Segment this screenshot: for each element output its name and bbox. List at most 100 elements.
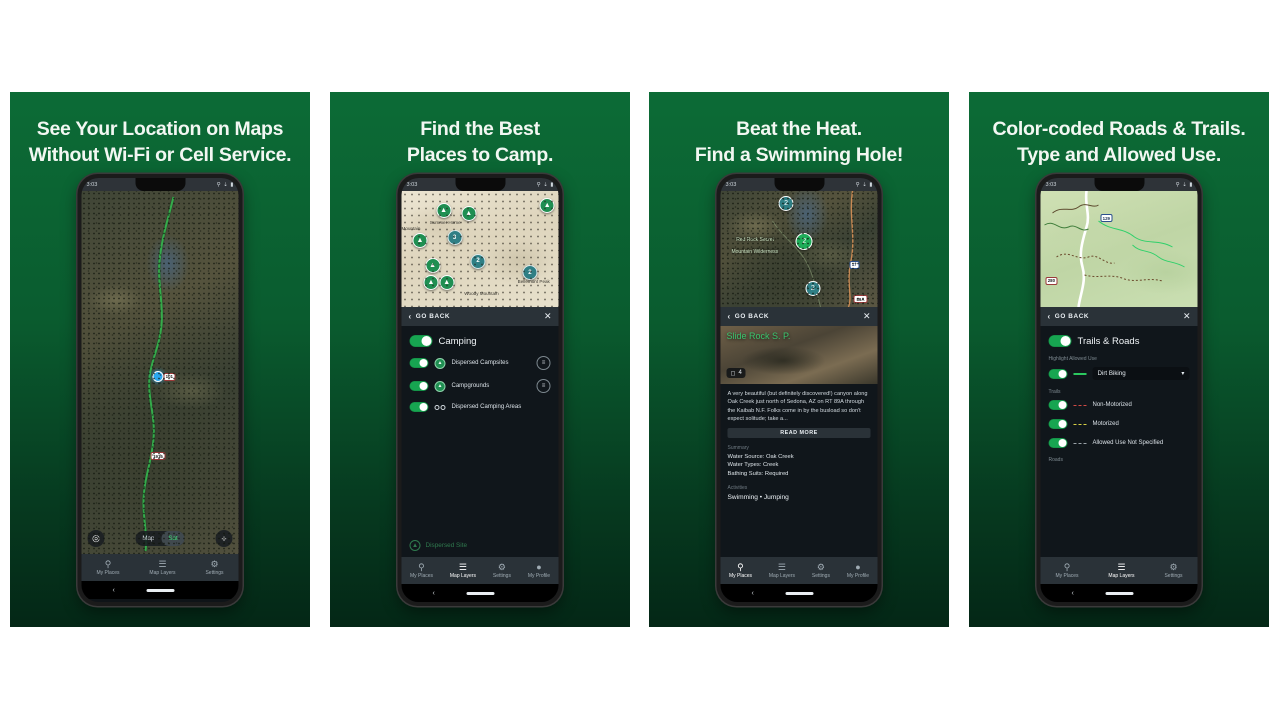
map-pin-icon: ⚲ — [104, 559, 112, 569]
nav-item-my-profile[interactable]: ● My Profile — [528, 563, 550, 580]
trails-panel-body: Trails & Roads Highlight Allowed Use Dir… — [1041, 326, 1198, 557]
basemap-map-option[interactable]: Map — [135, 531, 161, 546]
camp-pin[interactable]: ▲ — [425, 258, 441, 274]
camp-pin[interactable]: ▲ — [436, 202, 452, 218]
go-back-label: GO BACK — [1054, 313, 1090, 320]
layer-row-campgrounds[interactable]: ▲ Campgrounds ≡ — [409, 379, 551, 393]
nav-item-settings[interactable]: ⚙ Settings — [493, 563, 511, 580]
nav-item-my-profile[interactable]: ● My Profile — [847, 563, 869, 580]
nav-item-my-places[interactable]: ⚲ My Places — [96, 559, 120, 577]
phone-mockup-4: 3:03 ⚲ ⇣ ▮ 129 280 ‹ GO BACK ✕ Trails & … — [1036, 174, 1202, 606]
summary-label: Summary — [727, 444, 749, 451]
filter-icon[interactable]: ≡ — [536, 356, 551, 370]
layer-toggle[interactable] — [409, 381, 429, 391]
map-canvas-1[interactable]: 101 1916 ◎ Map Sat + — [81, 191, 239, 554]
camp-pin[interactable]: ▲ — [423, 274, 439, 290]
trail-toggle[interactable] — [1048, 400, 1068, 410]
back-chevron-icon[interactable]: ‹ — [113, 587, 115, 594]
camping-master-toggle[interactable] — [409, 335, 433, 347]
home-indicator[interactable] — [146, 588, 174, 592]
map-canvas-4[interactable]: 129 280 — [1040, 191, 1198, 307]
highlight-allowed-use-row[interactable]: Dirt Biking ▾ — [1048, 367, 1190, 380]
trail-lines — [1044, 191, 1185, 307]
map-canvas-3[interactable]: Red Rock Secret Mountain Wilderness 2 2 … — [720, 191, 878, 307]
map-canvas-2[interactable]: Luck Summer Home Mountain Woody Mountain… — [401, 191, 559, 307]
layers-icon: ☰ — [1117, 562, 1126, 572]
trail-toggle[interactable] — [1048, 419, 1068, 429]
read-more-button[interactable]: READ MORE — [727, 427, 871, 438]
feature-card-1: See Your Location on Maps Without Wi-Fi … — [10, 92, 310, 627]
photo-count-badge[interactable]: ◻ 4 — [726, 368, 746, 378]
cluster-pin[interactable]: 2 — [522, 265, 538, 281]
layer-label: Campgrounds — [451, 383, 490, 389]
filter-icon[interactable]: ≡ — [536, 379, 551, 393]
add-button[interactable]: + — [215, 530, 233, 547]
camp-pin[interactable]: ▲ — [439, 274, 455, 290]
download-icon: ⇣ — [1182, 181, 1187, 188]
camp-pin[interactable]: ▲ — [412, 232, 428, 248]
nav-item-map-layers[interactable]: ☰ Map Layers — [769, 563, 795, 580]
close-icon[interactable]: ✕ — [1183, 312, 1191, 321]
locate-me-button[interactable]: ◎ — [87, 530, 105, 547]
back-chevron-icon[interactable]: ‹ — [433, 590, 435, 597]
swimming-hole-pin[interactable]: 2 — [795, 232, 813, 250]
camp-pin[interactable]: ▲ — [539, 197, 555, 213]
go-back-button[interactable]: ‹ GO BACK — [409, 312, 451, 321]
back-chevron-icon[interactable]: ‹ — [752, 590, 754, 597]
detail-hero-image[interactable]: Slide Rock S. P. ◻ 4 — [720, 326, 878, 384]
cluster-pin[interactable]: 3 — [447, 230, 463, 246]
nav-item-settings[interactable]: ⚙ Settings — [1164, 563, 1182, 580]
cluster-pin[interactable]: 2 — [470, 253, 486, 269]
nav-label: My Places — [96, 570, 120, 576]
nav-item-my-places[interactable]: ⚲ My Places — [729, 563, 752, 580]
nav-item-my-places[interactable]: ⚲ My Places — [1055, 562, 1078, 580]
headline-line-1: Color-coded Roads & Trails. — [992, 118, 1246, 140]
home-indicator[interactable] — [1105, 591, 1133, 595]
map-pin-icon: ⚲ — [1063, 562, 1071, 572]
phone-screen-1: 3:03 ⚲ ⇣ ▮ 101 1916 ◎ Map Sat + ⚲ My Pla… — [81, 178, 239, 602]
close-icon[interactable]: ✕ — [863, 312, 871, 321]
back-chevron-icon[interactable]: ‹ — [1072, 590, 1074, 597]
home-indicator[interactable] — [785, 591, 813, 595]
nav-item-map-layers[interactable]: ☰ Map Layers — [1108, 562, 1134, 580]
layer-row-dispersed-camping-areas[interactable]: Dispersed Camping Areas — [409, 402, 551, 412]
map-label: Mountain Wilderness — [731, 249, 779, 255]
highway-shield: 17 — [849, 260, 860, 269]
trail-toggle[interactable] — [1048, 438, 1068, 448]
layer-row-dispersed-campsites[interactable]: ▲ Dispersed Campsites ≡ — [409, 356, 551, 370]
layer-toggle[interactable] — [409, 402, 429, 412]
trail-row-non-motorized[interactable]: Non-Motorized — [1048, 400, 1190, 410]
trails-roads-master-toggle[interactable] — [1048, 335, 1072, 347]
nav-item-settings[interactable]: ⚙ Settings — [205, 559, 223, 577]
layer-label: Dispersed Camping Areas — [451, 404, 522, 410]
layer-toggle[interactable] — [409, 358, 429, 368]
camp-pin[interactable]: ▲ — [461, 206, 477, 222]
camping-master-row[interactable]: Camping — [409, 335, 551, 347]
close-icon[interactable]: ✕ — [544, 312, 552, 321]
nav-item-settings[interactable]: ⚙ Settings — [812, 563, 830, 580]
nav-item-map-layers[interactable]: ☰ Map Layers — [450, 563, 476, 580]
allowed-use-dropdown[interactable]: Dirt Biking ▾ — [1092, 367, 1190, 380]
basemap-toggle[interactable]: Map Sat — [135, 531, 185, 546]
go-back-button[interactable]: ‹ GO BACK — [728, 312, 770, 321]
gps-track — [141, 196, 176, 552]
nav-item-map-layers[interactable]: ☰ Map Layers — [149, 560, 175, 577]
trail-row-allowed-use-not-specified[interactable]: Allowed Use Not Specified — [1048, 438, 1190, 448]
go-back-button[interactable]: ‹ GO BACK — [1048, 312, 1090, 321]
map-label: Mountain — [401, 225, 421, 231]
cluster-pin[interactable]: 2 — [778, 195, 794, 211]
cluster-pin[interactable]: 2 — [805, 281, 821, 297]
sheet-header-4: ‹ GO BACK ✕ — [1040, 307, 1198, 326]
location-icon: ⚲ — [1175, 181, 1180, 188]
detail-description: A very beautiful (but definitely discove… — [727, 391, 868, 423]
highlight-toggle[interactable] — [1048, 368, 1068, 379]
nav-item-my-places[interactable]: ⚲ My Places — [410, 563, 433, 580]
layers-sheet-2: ‹ GO BACK ✕ Camping ▲ Dispersed Campsite… — [401, 307, 559, 602]
basemap-sat-option[interactable]: Sat — [161, 531, 185, 546]
home-indicator[interactable] — [466, 591, 494, 595]
trails-roads-master-row[interactable]: Trails & Roads — [1048, 335, 1190, 347]
trail-row-motorized[interactable]: Motorized — [1048, 419, 1190, 429]
gear-icon: ⚙ — [210, 559, 219, 569]
roads-section-label: Roads — [1048, 457, 1063, 463]
status-time: 3:03 — [725, 181, 737, 188]
